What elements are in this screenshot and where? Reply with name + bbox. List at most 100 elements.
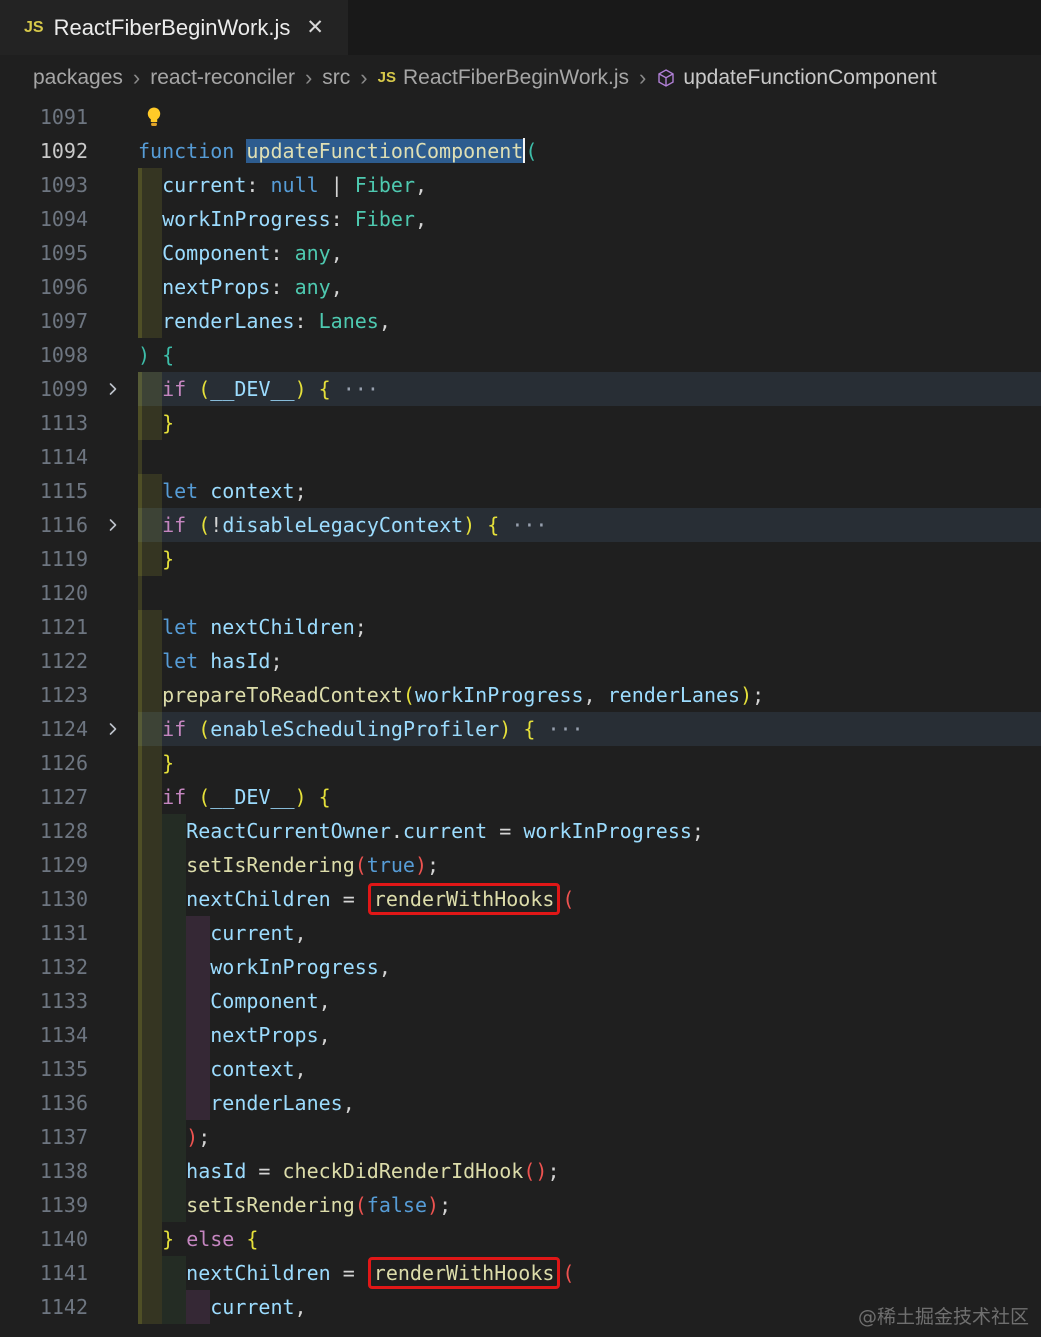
indent-rainbow-bar [162, 1018, 187, 1052]
line-number: 1096 [39, 275, 88, 299]
code-line-1139[interactable]: 1139 setIsRendering(false); [0, 1188, 1041, 1222]
code-line-1120[interactable]: 1120 [0, 576, 1041, 610]
code-line-1130[interactable]: 1130 nextChildren = renderWithHooks( [0, 882, 1041, 916]
token-b3: ( [562, 1261, 575, 1285]
gutter-spacer [88, 1086, 138, 1120]
token-pun: , [415, 173, 428, 197]
token-pun [234, 1227, 246, 1251]
indent-rainbow-bar [162, 814, 187, 848]
code-line-1127[interactable]: 1127 if (__DEV__) { [0, 780, 1041, 814]
token-b1: ) [138, 343, 151, 367]
code-content [138, 440, 1041, 474]
code-content: nextChildren = renderWithHooks( [138, 1256, 1041, 1290]
code-line-1122[interactable]: 1122 let hasId; [0, 644, 1041, 678]
token-b3: ) [427, 1193, 440, 1217]
code-line-1119[interactable]: 1119 } [0, 542, 1041, 576]
code-line-1137[interactable]: 1137 ); [0, 1120, 1041, 1154]
close-icon[interactable]: ✕ [306, 15, 324, 40]
code-line-1135[interactable]: 1135 context, [0, 1052, 1041, 1086]
code-line-1129[interactable]: 1129 setIsRendering(true); [0, 848, 1041, 882]
token-kw: let [162, 615, 199, 639]
line-number: 1091 [39, 105, 88, 129]
code-line-1097[interactable]: 1097 renderLanes: Lanes, [0, 304, 1041, 338]
gutter-spacer [88, 678, 138, 712]
tab-reactfiberbeginwork[interactable]: JS ReactFiberBeginWork.js ✕ [0, 0, 348, 55]
code-line-1132[interactable]: 1132 workInProgress, [0, 950, 1041, 984]
fold-chevron-icon[interactable] [88, 372, 138, 406]
token-pun: , [318, 1023, 331, 1047]
indent-rainbow-bar [138, 1120, 163, 1154]
gutter-spacer [88, 1256, 138, 1290]
gutter-spacer [88, 1290, 138, 1324]
token-pun [186, 377, 198, 401]
code-content: if (__DEV__) { [138, 780, 1041, 814]
indent-rainbow-bar [138, 848, 163, 882]
code-line-1123[interactable]: 1123 prepareToReadContext(workInProgress… [0, 678, 1041, 712]
indent-rainbow-bar [162, 1052, 187, 1086]
code-line-1136[interactable]: 1136 renderLanes, [0, 1086, 1041, 1120]
breadcrumb-item-react-reconciler[interactable]: react-reconciler [150, 66, 295, 90]
token-pun [511, 717, 523, 741]
code-line-1126[interactable]: 1126 } [0, 746, 1041, 780]
code-line-1134[interactable]: 1134 nextProps, [0, 1018, 1041, 1052]
line-number: 1139 [39, 1193, 88, 1217]
indent-rainbow-bar [138, 270, 163, 304]
token-pun [198, 649, 210, 673]
breadcrumb-item-src[interactable]: src [322, 66, 350, 90]
code-line-1094[interactable]: 1094 workInProgress: Fiber, [0, 202, 1041, 236]
code-line-1092[interactable]: 1092 function updateFunctionComponent( [0, 134, 1041, 168]
code-line-1133[interactable]: 1133 Component, [0, 984, 1041, 1018]
line-number: 1137 [39, 1125, 88, 1149]
code-content: if (enableSchedulingProfiler) { ··· [138, 712, 1041, 746]
fold-chevron-icon[interactable] [88, 712, 138, 746]
code-content: setIsRendering(false); [138, 1188, 1041, 1222]
gutter-spacer [88, 338, 138, 372]
code-content: setIsRendering(true); [138, 848, 1041, 882]
code-content: function updateFunctionComponent( [138, 134, 1041, 168]
code-line-1099[interactable]: 1099 if (__DEV__) { ··· [0, 372, 1041, 406]
indent-rainbow-bar [186, 1018, 211, 1052]
breadcrumb-separator-icon: › [639, 64, 647, 90]
code-line-1121[interactable]: 1121 let nextChildren; [0, 610, 1041, 644]
code-line-1095[interactable]: 1095 Component: any, [0, 236, 1041, 270]
code-line-1141[interactable]: 1141 nextChildren = renderWithHooks( [0, 1256, 1041, 1290]
code-line-1138[interactable]: 1138 hasId = checkDidRenderIdHook(); [0, 1154, 1041, 1188]
indent-rainbow-bar [138, 304, 163, 338]
code-line-1096[interactable]: 1096 nextProps: any, [0, 270, 1041, 304]
code-line-1140[interactable]: 1140 } else { [0, 1222, 1041, 1256]
token-b3: ( [354, 1193, 367, 1217]
token-b2: ( [198, 717, 211, 741]
code-line-1113[interactable]: 1113 } [0, 406, 1041, 440]
code-line-1131[interactable]: 1131 current, [0, 916, 1041, 950]
breadcrumb-item-reactfiberbeginwork-js[interactable]: JS ReactFiberBeginWork.js [378, 66, 629, 90]
token-pun: . [390, 819, 403, 843]
code-line-1128[interactable]: 1128 ReactCurrentOwner.current = workInP… [0, 814, 1041, 848]
code-line-1114[interactable]: 1114 [0, 440, 1041, 474]
indent-rainbow-bar [138, 372, 163, 406]
code-line-1115[interactable]: 1115 let context; [0, 474, 1041, 508]
breadcrumb-item-updatefunctioncomponent[interactable]: updateFunctionComponent [656, 66, 937, 90]
line-number: 1134 [39, 1023, 88, 1047]
code-content [138, 576, 1041, 610]
indent-rainbow-bar [138, 542, 163, 576]
code-line-1124[interactable]: 1124 if (enableSchedulingProfiler) { ··· [0, 712, 1041, 746]
breadcrumb-item-packages[interactable]: packages [33, 66, 123, 90]
fold-chevron-icon[interactable] [88, 508, 138, 542]
code-line-1098[interactable]: 1098) { [0, 338, 1041, 372]
line-number: 1122 [39, 649, 88, 673]
token-b3: ) [414, 853, 428, 877]
code-editor[interactable]: 1091 1092 function updateFunctionComponent… [0, 100, 1041, 1324]
indent-rainbow-bar [186, 984, 211, 1018]
code-line-1093[interactable]: 1093 current: null | Fiber, [0, 168, 1041, 202]
lightbulb-icon[interactable] [144, 104, 164, 138]
indent-rainbow-bar [138, 474, 163, 508]
token-var: workInProgress [414, 683, 584, 707]
code-line-1116[interactable]: 1116 if (!disableLegacyContext) { ··· [0, 508, 1041, 542]
token-b2: } [162, 547, 175, 571]
line-number: 1116 [39, 513, 88, 537]
token-var: ReactCurrentOwner [186, 819, 391, 843]
indent-rainbow-bar [186, 950, 211, 984]
token-pun: ; [439, 1193, 452, 1217]
token-ctl: if [162, 717, 187, 741]
code-line-1091[interactable]: 1091 [0, 100, 1041, 134]
